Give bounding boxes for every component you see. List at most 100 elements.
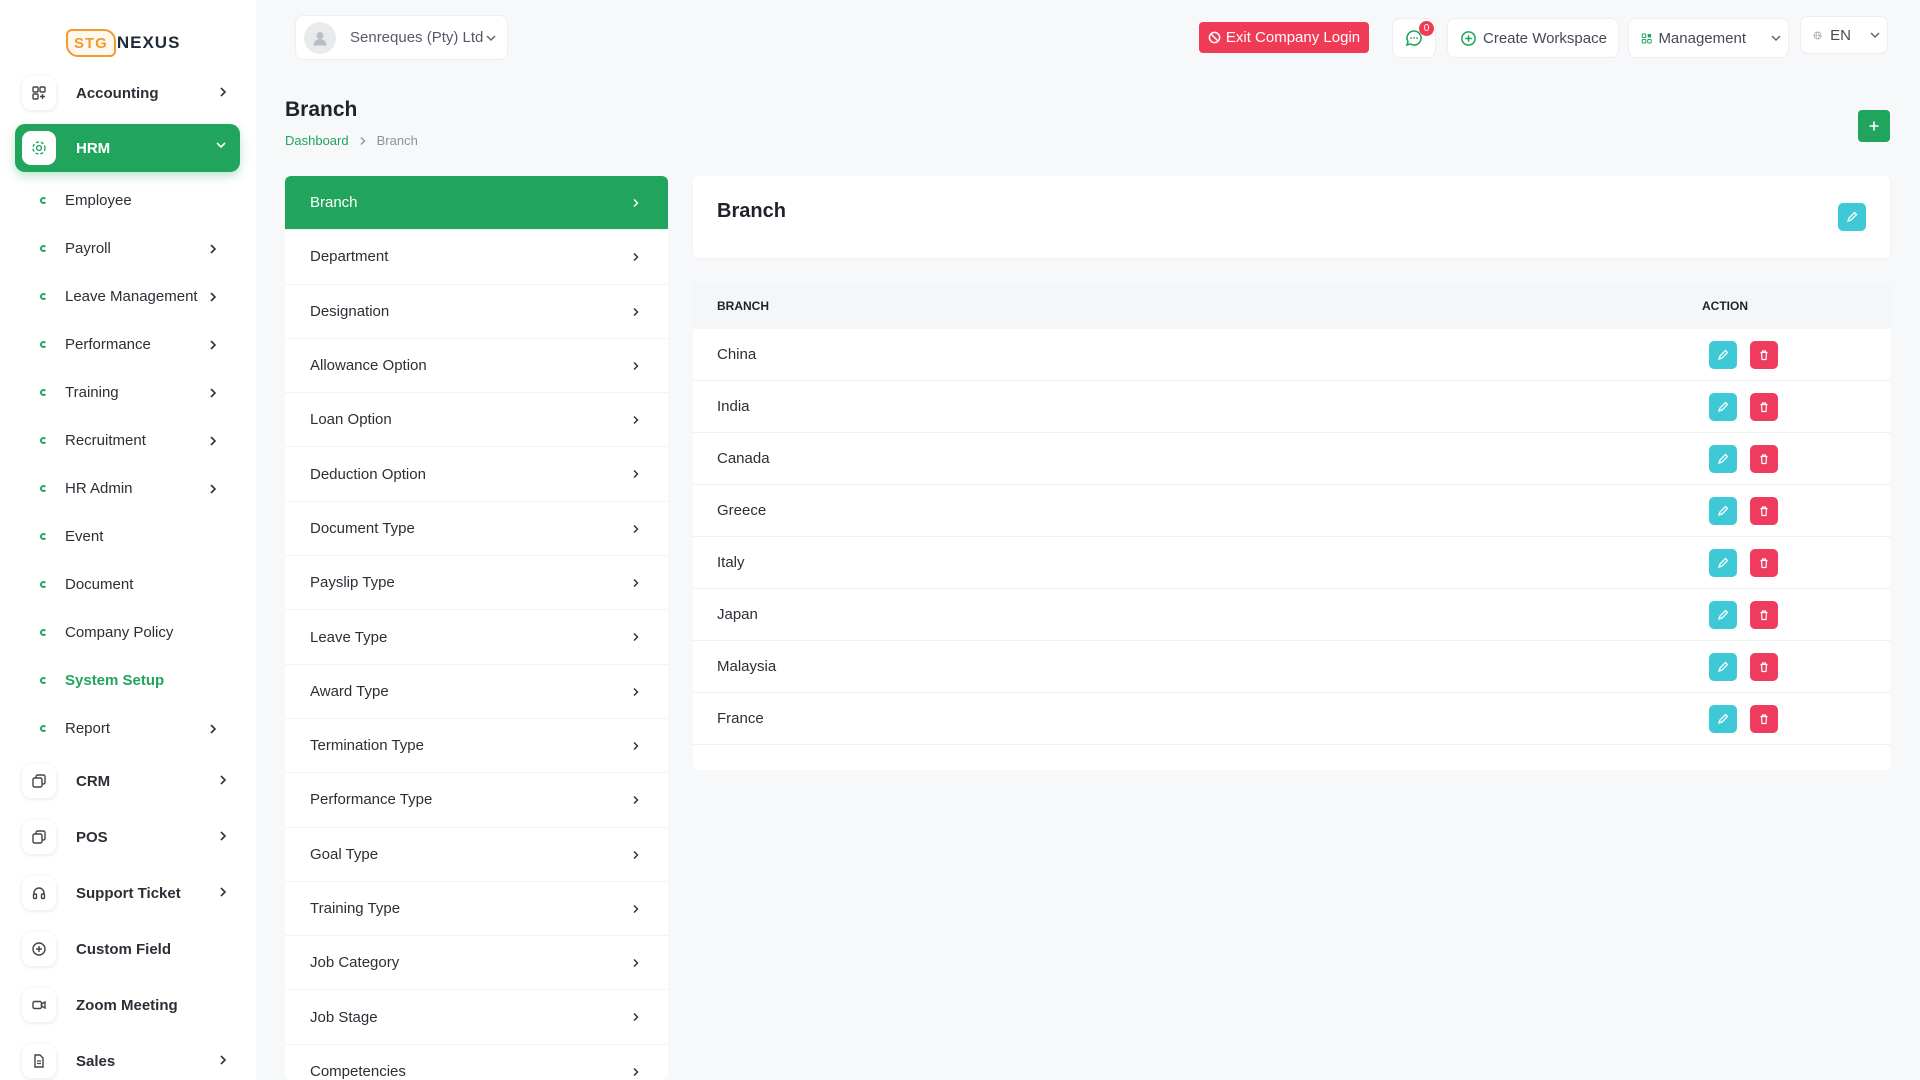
chevron-right-icon [208, 338, 218, 352]
messages-button[interactable]: 0 [1392, 18, 1436, 58]
trash-icon [1760, 558, 1768, 569]
company-name: Senreques (Pty) Ltd [350, 29, 484, 46]
sidebar-item-pos[interactable]: POS [22, 817, 240, 857]
setup-item-payslip-type[interactable]: Payslip Type [285, 556, 668, 611]
setup-item-leave-type[interactable]: Leave Type [285, 610, 668, 665]
setup-item-competencies[interactable]: Competencies [285, 1045, 668, 1080]
delete-button[interactable] [1750, 705, 1778, 733]
bullet-icon [40, 196, 47, 204]
edit-button[interactable] [1709, 601, 1737, 629]
bullet-icon [40, 580, 47, 588]
edit-button[interactable] [1709, 705, 1737, 733]
chevron-down-icon [1857, 30, 1887, 40]
edit-button[interactable] [1709, 393, 1737, 421]
setup-item-document-type[interactable]: Document Type [285, 502, 668, 557]
chevron-right-icon [632, 904, 640, 914]
setup-item-label: Job Category [310, 954, 400, 972]
video-icon [22, 988, 56, 1022]
chevron-right-icon [632, 958, 640, 968]
column-header-branch: BRANCH [717, 299, 769, 313]
edit-button[interactable] [1709, 445, 1737, 473]
setup-item-branch[interactable]: Branch [285, 176, 668, 231]
edit-button[interactable] [1709, 653, 1737, 681]
setup-item-goal-type[interactable]: Goal Type [285, 828, 668, 882]
sidebar-sub-report[interactable]: Report [40, 713, 240, 743]
breadcrumb-dashboard-link[interactable]: Dashboard [285, 133, 349, 148]
sidebar-sub-system-setup[interactable]: System Setup [40, 665, 240, 695]
setup-item-performance-type[interactable]: Performance Type [285, 773, 668, 828]
plus-icon [1869, 121, 1879, 131]
sidebar-sub-training[interactable]: Training [40, 377, 240, 407]
sidebar-item-label: Sales [76, 1052, 116, 1070]
sidebar-sub-leave-management[interactable]: Leave Management [40, 281, 240, 311]
setup-item-department[interactable]: Department [285, 230, 668, 285]
branch-name: Greece [717, 502, 767, 519]
sidebar-sub-company-policy[interactable]: Company Policy [40, 617, 240, 647]
sidebar-sub-label: HR Admin [65, 479, 133, 497]
setup-item-loan-option[interactable]: Loan Option [285, 393, 668, 448]
company-selector[interactable]: Senreques (Pty) Ltd [295, 15, 508, 60]
pencil-icon [1717, 557, 1729, 569]
sidebar-sub-employee[interactable]: Employee [40, 185, 240, 215]
edit-button[interactable] [1709, 497, 1737, 525]
avatar [304, 21, 336, 54]
delete-button[interactable] [1750, 393, 1778, 421]
setup-item-allowance-option[interactable]: Allowance Option [285, 339, 668, 394]
delete-button[interactable] [1750, 549, 1778, 577]
setup-item-training-type[interactable]: Training Type [285, 882, 668, 937]
delete-button[interactable] [1750, 341, 1778, 369]
setup-item-deduction-option[interactable]: Deduction Option [285, 447, 668, 502]
exit-company-login-label: Exit Company Login [1225, 29, 1361, 46]
ban-icon [1208, 31, 1221, 44]
sidebar-item-custom-field[interactable]: Custom Field [22, 929, 240, 969]
setup-item-award-type[interactable]: Award Type [285, 665, 668, 719]
pencil-icon [1717, 609, 1729, 621]
chevron-right-icon [632, 252, 640, 262]
branch-name: France [717, 710, 764, 727]
sidebar-item-zoom-meeting[interactable]: Zoom Meeting [22, 985, 240, 1025]
sidebar-sub-event[interactable]: Event [40, 521, 240, 551]
setup-item-label: Payslip Type [310, 574, 395, 592]
table-row: China [693, 329, 1890, 381]
grid-icon [22, 76, 56, 110]
delete-button[interactable] [1750, 601, 1778, 629]
edit-card-button[interactable] [1838, 203, 1866, 231]
add-branch-button[interactable] [1858, 110, 1890, 142]
sidebar-sub-label: Report [65, 719, 111, 737]
layers-icon [22, 820, 56, 854]
sidebar-item-hrm[interactable]: HRM [15, 124, 240, 172]
sidebar-item-label: POS [76, 828, 108, 846]
edit-button[interactable] [1709, 549, 1737, 577]
delete-button[interactable] [1750, 653, 1778, 681]
logo-text: NEXUS [116, 33, 181, 52]
setup-item-label: Deduction Option [310, 465, 426, 483]
pencil-icon [1717, 713, 1729, 725]
sidebar-item-crm[interactable]: CRM [22, 761, 240, 801]
sidebar-sub-label: Leave Management [65, 287, 198, 305]
create-workspace-button[interactable]: Create Workspace [1447, 18, 1619, 58]
sidebar-item-sales[interactable]: Sales [22, 1041, 240, 1080]
setup-item-designation[interactable]: Designation [285, 285, 668, 339]
setup-item-job-category[interactable]: Job Category [285, 936, 668, 991]
sidebar-item-accounting[interactable]: Accounting [22, 73, 240, 113]
chevron-right-icon [208, 482, 218, 496]
setup-item-label: Leave Type [310, 628, 388, 646]
language-dropdown[interactable]: EN [1800, 16, 1888, 54]
sidebar-sub-document[interactable]: Document [40, 569, 240, 599]
brand-logo[interactable]: STG NEXUS [66, 26, 196, 60]
sidebar-sub-payroll[interactable]: Payroll [40, 233, 240, 263]
management-dropdown[interactable]: Management [1628, 18, 1789, 58]
sidebar-item-support-ticket[interactable]: Support Ticket [22, 873, 240, 913]
setup-item-termination-type[interactable]: Termination Type [285, 719, 668, 774]
sidebar-sub-hr-admin[interactable]: HR Admin [40, 473, 240, 503]
delete-button[interactable] [1750, 445, 1778, 473]
pencil-icon [1717, 401, 1729, 413]
chevron-right-icon [632, 741, 640, 751]
sidebar-sub-performance[interactable]: Performance [40, 329, 240, 359]
delete-button[interactable] [1750, 497, 1778, 525]
edit-button[interactable] [1709, 341, 1737, 369]
exit-company-login-button[interactable]: Exit Company Login [1199, 22, 1369, 53]
sidebar-sub-recruitment[interactable]: Recruitment [40, 425, 240, 455]
table-row: India [693, 381, 1890, 433]
setup-item-job-stage[interactable]: Job Stage [285, 990, 668, 1045]
